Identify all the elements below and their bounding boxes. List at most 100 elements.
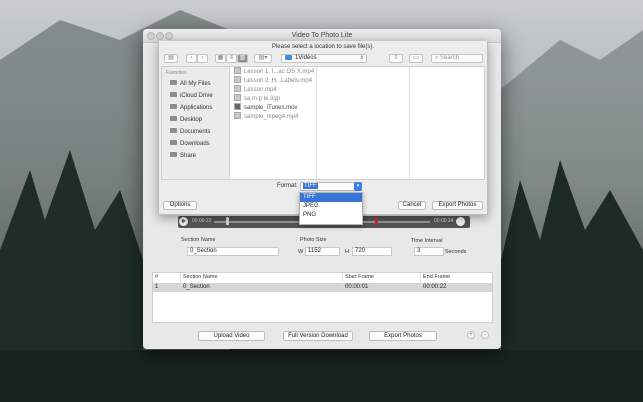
- section-name-field[interactable]: 0_Section: [187, 247, 279, 256]
- save-sheet: Please select a location to save file(s)…: [158, 41, 488, 215]
- applications-icon: [170, 104, 177, 109]
- photo-size-label: Photo Size: [300, 237, 327, 243]
- format-dropdown-menu: TIFF JPEG PNG: [299, 192, 363, 225]
- options-button[interactable]: Options: [163, 201, 197, 210]
- full-version-download-button[interactable]: Full Version Download: [283, 331, 353, 341]
- current-time: 00:00:22: [192, 218, 212, 224]
- col-end-frame[interactable]: End Frame: [421, 273, 492, 282]
- search-icon: ⌕: [435, 55, 439, 61]
- upload-video-button[interactable]: Upload Video: [198, 331, 265, 341]
- time-interval-label: Time Interval: [411, 238, 443, 244]
- list-view-icon[interactable]: ≡: [226, 54, 237, 63]
- sidebar-item-documents[interactable]: Documents: [162, 126, 229, 138]
- section-name-label: Section Name: [181, 237, 216, 243]
- format-label: Format:: [277, 183, 298, 189]
- back-icon[interactable]: ‹: [186, 54, 197, 63]
- list-item[interactable]: Lesson 1. I...ac OS X.mp4: [230, 67, 316, 76]
- export-photos-button[interactable]: Export Photos: [369, 331, 437, 341]
- sidebar-item-desktop[interactable]: Desktop: [162, 114, 229, 126]
- minimize-window-button[interactable]: [156, 32, 164, 40]
- file-browser: Favorites All My Files iCloud Drive Appl…: [161, 66, 485, 180]
- documents-icon: [170, 128, 177, 133]
- cancel-button[interactable]: Cancel: [398, 201, 426, 210]
- sidebar-item-applications[interactable]: Applications: [162, 102, 229, 114]
- search-placeholder: Search: [440, 55, 460, 61]
- sidebar-item-label: Documents: [180, 129, 211, 135]
- list-item[interactable]: sa m p le.3gp: [230, 94, 316, 103]
- play-icon[interactable]: [179, 217, 188, 226]
- end-time: 00:00:24: [434, 218, 454, 224]
- file-column: Lesson 1. I...ac OS X.mp4 Lesson 2. H...…: [230, 67, 317, 179]
- end-button[interactable]: [456, 217, 465, 226]
- video-file-icon: [234, 94, 241, 101]
- all-files-icon: [170, 80, 177, 85]
- height-label: H: [345, 249, 349, 255]
- search-input[interactable]: ⌕ Search: [431, 54, 483, 63]
- end-marker[interactable]: [375, 217, 378, 225]
- location-popup[interactable]: 1Videos ⇕: [281, 54, 367, 63]
- export-photos-sheet-button[interactable]: Export Photos: [432, 201, 483, 210]
- sheet-message: Please select a location to save file(s)…: [271, 44, 375, 50]
- file-name: Lesson 1. I...ac OS X.mp4: [244, 69, 315, 75]
- start-marker[interactable]: [226, 217, 229, 225]
- sidebar-item-icloud-drive[interactable]: iCloud Drive: [162, 90, 229, 102]
- list-item[interactable]: Lesson.mp4: [230, 85, 316, 94]
- location-label: 1Videos: [295, 55, 317, 61]
- folder-icon: [285, 55, 292, 60]
- downloads-icon: [170, 140, 177, 145]
- file-name: Lesson.mp4: [244, 87, 277, 93]
- chevron-down-icon: ▾: [354, 182, 362, 191]
- row-section-name: 0_Section: [183, 284, 210, 290]
- empty-column: [317, 67, 410, 179]
- format-option-png[interactable]: PNG: [300, 211, 362, 220]
- col-start-frame[interactable]: Start Frame: [343, 273, 421, 282]
- favorites-sidebar: Favorites All My Files iCloud Drive Appl…: [162, 67, 230, 179]
- arrange-icon[interactable]: ▤▾: [254, 54, 272, 63]
- format-option-jpeg[interactable]: JPEG: [300, 202, 362, 211]
- sidebar-item-downloads[interactable]: Downloads: [162, 138, 229, 150]
- format-selected-value: TIFF: [303, 183, 318, 189]
- sidebar-item-all-my-files[interactable]: All My Files: [162, 78, 229, 90]
- column-view-icon[interactable]: ▥: [237, 54, 248, 63]
- table-row[interactable]: 1 0_Section 00:00:01 00:00:22: [153, 283, 492, 292]
- share-icon[interactable]: ⇧: [389, 54, 403, 63]
- sidebar-item-label: Downloads: [180, 141, 210, 147]
- time-interval-field[interactable]: 3: [414, 247, 444, 256]
- sidebar-item-label: Share: [180, 153, 197, 159]
- height-field[interactable]: 720: [352, 247, 392, 256]
- format-select[interactable]: TIFF ▾: [300, 182, 362, 191]
- file-name: sample_mpeg4.mp4: [244, 114, 299, 120]
- video-file-icon: [234, 103, 241, 110]
- tag-icon[interactable]: ▭: [409, 54, 423, 63]
- chevron-updown-icon: ⇕: [359, 55, 364, 61]
- row-end-frame: 00:00:22: [423, 284, 447, 290]
- video-file-icon: [234, 76, 241, 83]
- sidebar-item-share[interactable]: Share: [162, 150, 229, 162]
- sidebar-toggle-icon[interactable]: ▤: [164, 54, 178, 63]
- sheet-toolbar: ▤ ‹ › ▦ ≡ ▥ ▤▾ 1Videos ⇕ ⇧ ▭ ⌕ Search: [159, 53, 487, 66]
- folder-icon: [170, 152, 177, 157]
- empty-column: [410, 67, 485, 179]
- format-option-tiff[interactable]: TIFF: [300, 193, 362, 202]
- remove-section-button[interactable]: −: [481, 331, 489, 339]
- list-item[interactable]: sample_mpeg4.mp4: [230, 112, 316, 121]
- close-window-button[interactable]: [147, 32, 155, 40]
- list-item[interactable]: sample_iTunes.mov: [230, 103, 316, 112]
- file-name: Lesson 2. H...Labels.mp4: [244, 78, 313, 84]
- sidebar-item-label: Applications: [180, 105, 213, 111]
- forward-icon[interactable]: ›: [197, 54, 208, 63]
- sections-table: # Section Name Start Frame End Frame 1 0…: [152, 272, 493, 323]
- zoom-window-button[interactable]: [165, 32, 173, 40]
- col-section-name[interactable]: Section Name: [181, 273, 343, 282]
- desktop-icon: [170, 116, 177, 121]
- seconds-label: Seconds: [445, 249, 467, 255]
- add-section-button[interactable]: +: [467, 331, 475, 339]
- col-number[interactable]: #: [153, 273, 181, 282]
- sidebar-item-label: All My Files: [180, 81, 211, 87]
- list-item[interactable]: Lesson 2. H...Labels.mp4: [230, 76, 316, 85]
- row-start-frame: 00:00:01: [345, 284, 369, 290]
- cloud-icon: [170, 92, 177, 97]
- width-field[interactable]: 1152: [305, 247, 340, 256]
- icon-view-icon[interactable]: ▦: [215, 54, 226, 63]
- sidebar-heading: Favorites: [166, 70, 187, 76]
